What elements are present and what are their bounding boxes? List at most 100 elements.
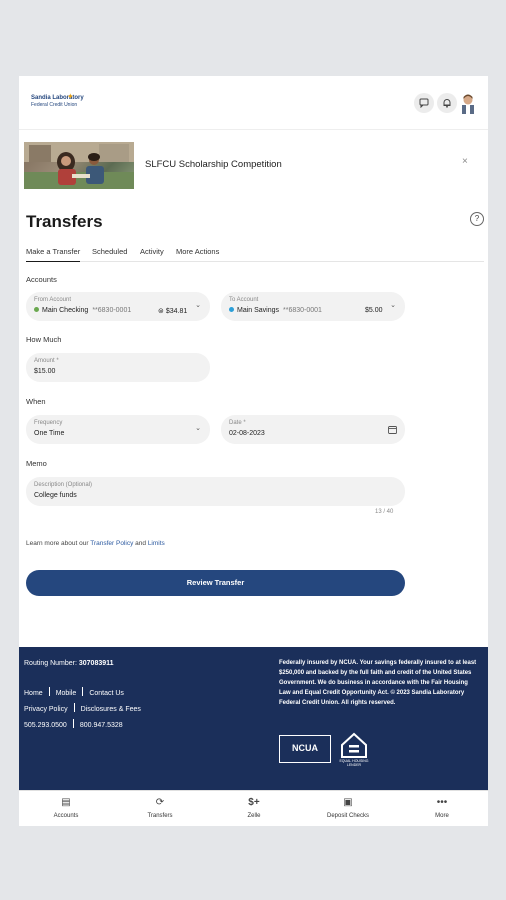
description-value: College funds [34,492,77,499]
divider [73,703,75,712]
footer: Routing Number: 307083911 Home Mobile Cont… [19,647,488,790]
slfcu-logo[interactable]: ✦ Sandia Laboratory Federal Credit Union [31,92,101,116]
description-label: Description (Optional) [34,482,93,488]
frequency-value: One Time [34,430,65,437]
from-account-value: Main Checking **6830-0001 [34,307,131,314]
banner-image [24,142,134,189]
phone-link-tollfree[interactable]: 800.947.5328 [80,722,123,729]
from-account-select[interactable]: From Account Main Checking **6830-0001 ⊜ … [26,292,210,321]
logo-star-icon: ✦ [67,92,74,101]
routing-value: 307083911 [78,660,114,667]
divider [48,687,50,696]
nav-accounts-label: Accounts [53,813,79,819]
review-transfer-button[interactable]: Review Transfer [26,570,405,596]
memo-label: Memo [26,459,47,468]
zelle-icon: $+ [248,797,260,808]
transfers-icon: ⟳ [155,797,165,808]
nav-accounts[interactable]: ▤ Accounts [31,797,101,819]
balance-icon: ⊜ [158,308,164,315]
nav-zelle-label: Zelle [247,813,261,819]
amount-input[interactable]: Amount * $15.00 [26,353,210,382]
chevron-down-icon: ⌄ [195,302,201,309]
date-input[interactable]: Date * 02-08-2023 [221,415,405,444]
bell-icon-glyph [443,99,451,108]
to-account-label: To Account [229,297,259,303]
checking-dot-icon [34,307,39,312]
disclosures-fees-link[interactable]: Disclosures & Fees [81,706,141,713]
transfer-policy-link[interactable]: Transfer Policy [90,540,133,547]
accounts-icon: ▤ [61,797,71,808]
nav-more-label: More [435,813,449,819]
from-account-balance: ⊜ $34.81 [158,307,187,315]
bell-icon[interactable] [437,93,457,113]
nav-transfers-label: Transfers [147,813,173,819]
promo-banner[interactable]: SLFCU Scholarship Competition × [24,142,486,189]
tab-more-actions[interactable]: More Actions [176,247,219,256]
nav-deposit-checks-label: Deposit Checks [326,813,370,819]
from-account-number: **6830-0001 [92,307,132,314]
date-value: 02-08-2023 [229,430,265,437]
routing-number: Routing Number: 307083911 [24,660,114,667]
nav-deposit-checks[interactable]: ▣ Deposit Checks [313,797,383,819]
chat-icon[interactable] [414,93,434,113]
amount-label: Amount * [34,358,59,364]
learn-prefix: Learn more about our [26,540,89,547]
students-photo [24,142,134,189]
footer-links-row3: 505.293.0500 800.947.5328 [24,719,123,729]
to-account-value: Main Savings **6830-0001 [229,307,322,314]
avatar[interactable] [460,92,476,114]
divider [82,687,84,696]
description-input[interactable]: Description (Optional) College funds [26,477,405,506]
from-account-name: Main Checking [42,307,89,314]
privacy-policy-link[interactable]: Privacy Policy [24,706,68,713]
ehl-label: EQUAL HOUSING LENDER [339,759,369,767]
chevron-down-icon: ⌄ [195,425,201,432]
to-account-select[interactable]: To Account Main Savings **6830-0001 $5.00… [221,292,405,321]
page-title: Transfers [26,212,103,231]
savings-dot-icon [229,307,234,312]
transfer-tabs: Make a Transfer Scheduled Activity More … [26,244,484,262]
to-account-balance: $5.00 [365,307,383,314]
bottom-nav: ▤ Accounts ⟳ Transfers $+ Zelle ▣ Deposi… [19,790,488,826]
amount-value: $15.00 [34,368,56,375]
close-icon[interactable]: × [462,156,468,167]
more-icon: ••• [436,797,448,808]
character-counter: 13 / 40 [375,509,394,515]
chevron-down-icon: ⌄ [390,302,396,309]
to-account-number: **6830-0001 [283,307,322,314]
limits-link[interactable]: Limits [148,540,165,547]
date-label: Date * [229,420,246,426]
phone-link-local[interactable]: 505.293.0500 [24,722,67,729]
frequency-label: Frequency [34,420,63,426]
contact-us-link[interactable]: Contact Us [89,690,124,697]
calendar-icon[interactable] [388,425,397,434]
frequency-select[interactable]: Frequency One Time ⌄ [26,415,210,444]
chat-icon-glyph [419,98,429,108]
divider [72,719,74,728]
mobile-link[interactable]: Mobile [56,690,77,697]
help-icon[interactable]: ? [470,212,484,226]
footer-disclaimer: Federally insured by NCUA. Your savings … [279,660,477,706]
tab-scheduled[interactable]: Scheduled [92,247,127,256]
home-link[interactable]: Home [24,690,43,697]
learn-more-text: Learn more about our Transfer Policy and… [26,540,165,547]
to-account-name: Main Savings [237,307,280,314]
footer-links-row1: Home Mobile Contact Us [24,687,124,697]
top-bar: ✦ Sandia Laboratory Federal Credit Union [19,76,488,130]
ncua-badge: NCUA [279,735,331,763]
when-label: When [26,397,46,406]
nav-more[interactable]: ••• More [407,797,477,819]
banner-title: SLFCU Scholarship Competition [145,159,282,170]
tab-make-a-transfer[interactable]: Make a Transfer [26,247,81,262]
user-avatar-icon [462,94,474,114]
learn-and: and [135,540,146,547]
from-account-label: From Account [34,297,72,303]
footer-links-row2: Privacy Policy Disclosures & Fees [24,703,141,713]
deposit-checks-icon: ▣ [343,797,353,808]
accounts-label: Accounts [26,275,57,284]
app-screen: ✦ Sandia Laboratory Federal Credit Union [19,76,488,826]
equal-housing-lender-logo: EQUAL HOUSING LENDER [339,731,369,767]
tab-activity[interactable]: Activity [140,247,164,256]
nav-transfers[interactable]: ⟳ Transfers [125,797,195,819]
nav-zelle[interactable]: $+ Zelle [219,797,289,819]
